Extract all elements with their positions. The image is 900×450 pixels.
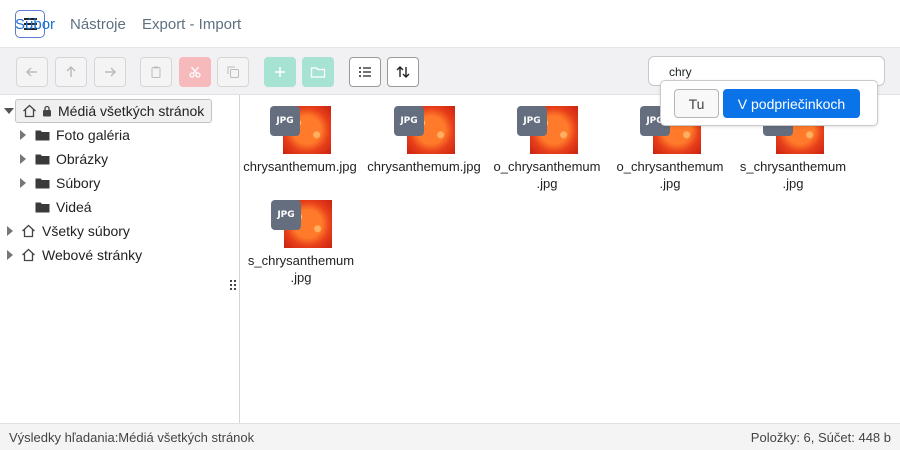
file-item[interactable]: JPG o_chrysanthemum .jpg (487, 104, 607, 192)
file-thumbnail: JPG (516, 104, 578, 154)
caret-right-icon (20, 130, 26, 140)
menu-item-file[interactable]: Súbor (15, 16, 55, 33)
tree-item-webove-stranky[interactable]: Webové stránky (7, 243, 142, 267)
file-name-line: .jpg (659, 176, 681, 191)
caret-down-icon (4, 108, 14, 114)
menu-bar: Súbor Nástroje Export - Import (0, 0, 900, 47)
home-icon (22, 248, 35, 262)
status-item-summary: Položky: 6, Súčet: 448 b (750, 430, 891, 445)
file-name-line: .jpg (782, 176, 804, 191)
paste-button[interactable] (140, 57, 172, 87)
search-here-button[interactable]: Tu (674, 89, 719, 118)
tree-item-label: Súbory (56, 175, 101, 191)
tree-item-obrazky[interactable]: Obrázky (20, 147, 108, 171)
file-item[interactable]: JPG s_chrysanthemum .jpg (241, 198, 361, 286)
file-name-line: s_chrysanthemum (247, 253, 355, 268)
up-icon (66, 65, 76, 77)
file-type-badge: JPG (394, 106, 424, 136)
list-view-icon (359, 67, 371, 77)
tree-item-label: Foto galéria (56, 127, 130, 143)
caret-right-icon (7, 250, 13, 260)
file-thumbnail: JPG (393, 104, 455, 154)
file-item[interactable]: JPG chrysanthemum.jpg (240, 104, 360, 175)
folder-icon (35, 130, 50, 141)
file-name-line: s_chrysanthemum (739, 159, 847, 174)
tree-item-label: Všetky súbory (42, 223, 130, 239)
lock-icon (43, 105, 51, 117)
new-folder-icon (310, 67, 326, 78)
tree-item-root-content: Médiá všetkých stránok (22, 99, 204, 123)
tree-item-label: Médiá všetkých stránok (58, 103, 205, 119)
add-file-button[interactable] (264, 57, 296, 87)
file-name-line: .jpg (536, 176, 558, 191)
file-item[interactable]: JPG chrysanthemum.jpg (364, 104, 484, 175)
home-icon (22, 224, 35, 238)
tree-item-foto-galeria[interactable]: Foto galéria (20, 123, 130, 147)
new-folder-button[interactable] (302, 57, 334, 87)
folder-icon (35, 154, 50, 165)
file-thumbnail: JPG (270, 198, 332, 248)
tree-item-label: Videá (56, 199, 92, 215)
folder-icon (35, 178, 50, 189)
back-icon (25, 67, 37, 77)
menu-item-tools[interactable]: Nástroje (70, 16, 126, 33)
file-name-line: .jpg (290, 270, 312, 285)
paste-icon (151, 66, 161, 78)
file-name-line: o_chrysanthemum (493, 159, 601, 174)
back-button[interactable] (16, 57, 48, 87)
file-name-line: o_chrysanthemum (616, 159, 724, 174)
home-icon (23, 104, 36, 118)
forward-button[interactable] (94, 57, 126, 87)
folder-icon (35, 202, 50, 213)
sort-button[interactable] (387, 57, 419, 87)
status-bar: Výsledky hľadania:Médiá všetkých stránok… (0, 423, 900, 450)
file-thumbnail: JPG (269, 104, 331, 154)
forward-icon (105, 67, 117, 77)
caret-right-icon (20, 178, 26, 188)
caret-right-icon (20, 154, 26, 164)
cut-button[interactable] (179, 57, 211, 87)
tree-item-videa[interactable]: Videá (35, 195, 92, 219)
list-view-button[interactable] (349, 57, 381, 87)
folder-tree: Médiá všetkých stránok Foto galéria Obrá… (0, 95, 240, 423)
sort-icon (396, 66, 410, 78)
splitter-handle[interactable] (230, 280, 236, 292)
file-type-badge: JPG (270, 106, 300, 136)
tree-item-vsetky-subory[interactable]: Všetky súbory (7, 219, 130, 243)
search-input-value: chry (669, 65, 692, 79)
add-icon (275, 67, 285, 77)
cut-icon (189, 66, 201, 78)
menu-item-export-import[interactable]: Export - Import (142, 16, 241, 33)
search-subfolders-button[interactable]: V podpriečinkoch (723, 89, 860, 118)
file-type-badge: JPG (517, 106, 547, 136)
up-button[interactable] (55, 57, 87, 87)
status-search-results: Výsledky hľadania:Médiá všetkých stránok (9, 430, 255, 445)
file-type-badge: JPG (271, 200, 301, 230)
tree-item-label: Webové stránky (42, 247, 143, 263)
copy-icon (227, 66, 239, 78)
copy-button[interactable] (217, 57, 249, 87)
tree-root-toggle[interactable] (4, 99, 14, 123)
caret-right-icon (7, 226, 13, 236)
search-scope-popover: Tu V podpriečinkoch (660, 80, 878, 126)
tree-item-label: Obrázky (56, 151, 109, 167)
tree-item-subory[interactable]: Súbory (20, 171, 100, 195)
file-name: chrysanthemum.jpg (367, 159, 481, 174)
file-name: chrysanthemum.jpg (243, 159, 357, 174)
